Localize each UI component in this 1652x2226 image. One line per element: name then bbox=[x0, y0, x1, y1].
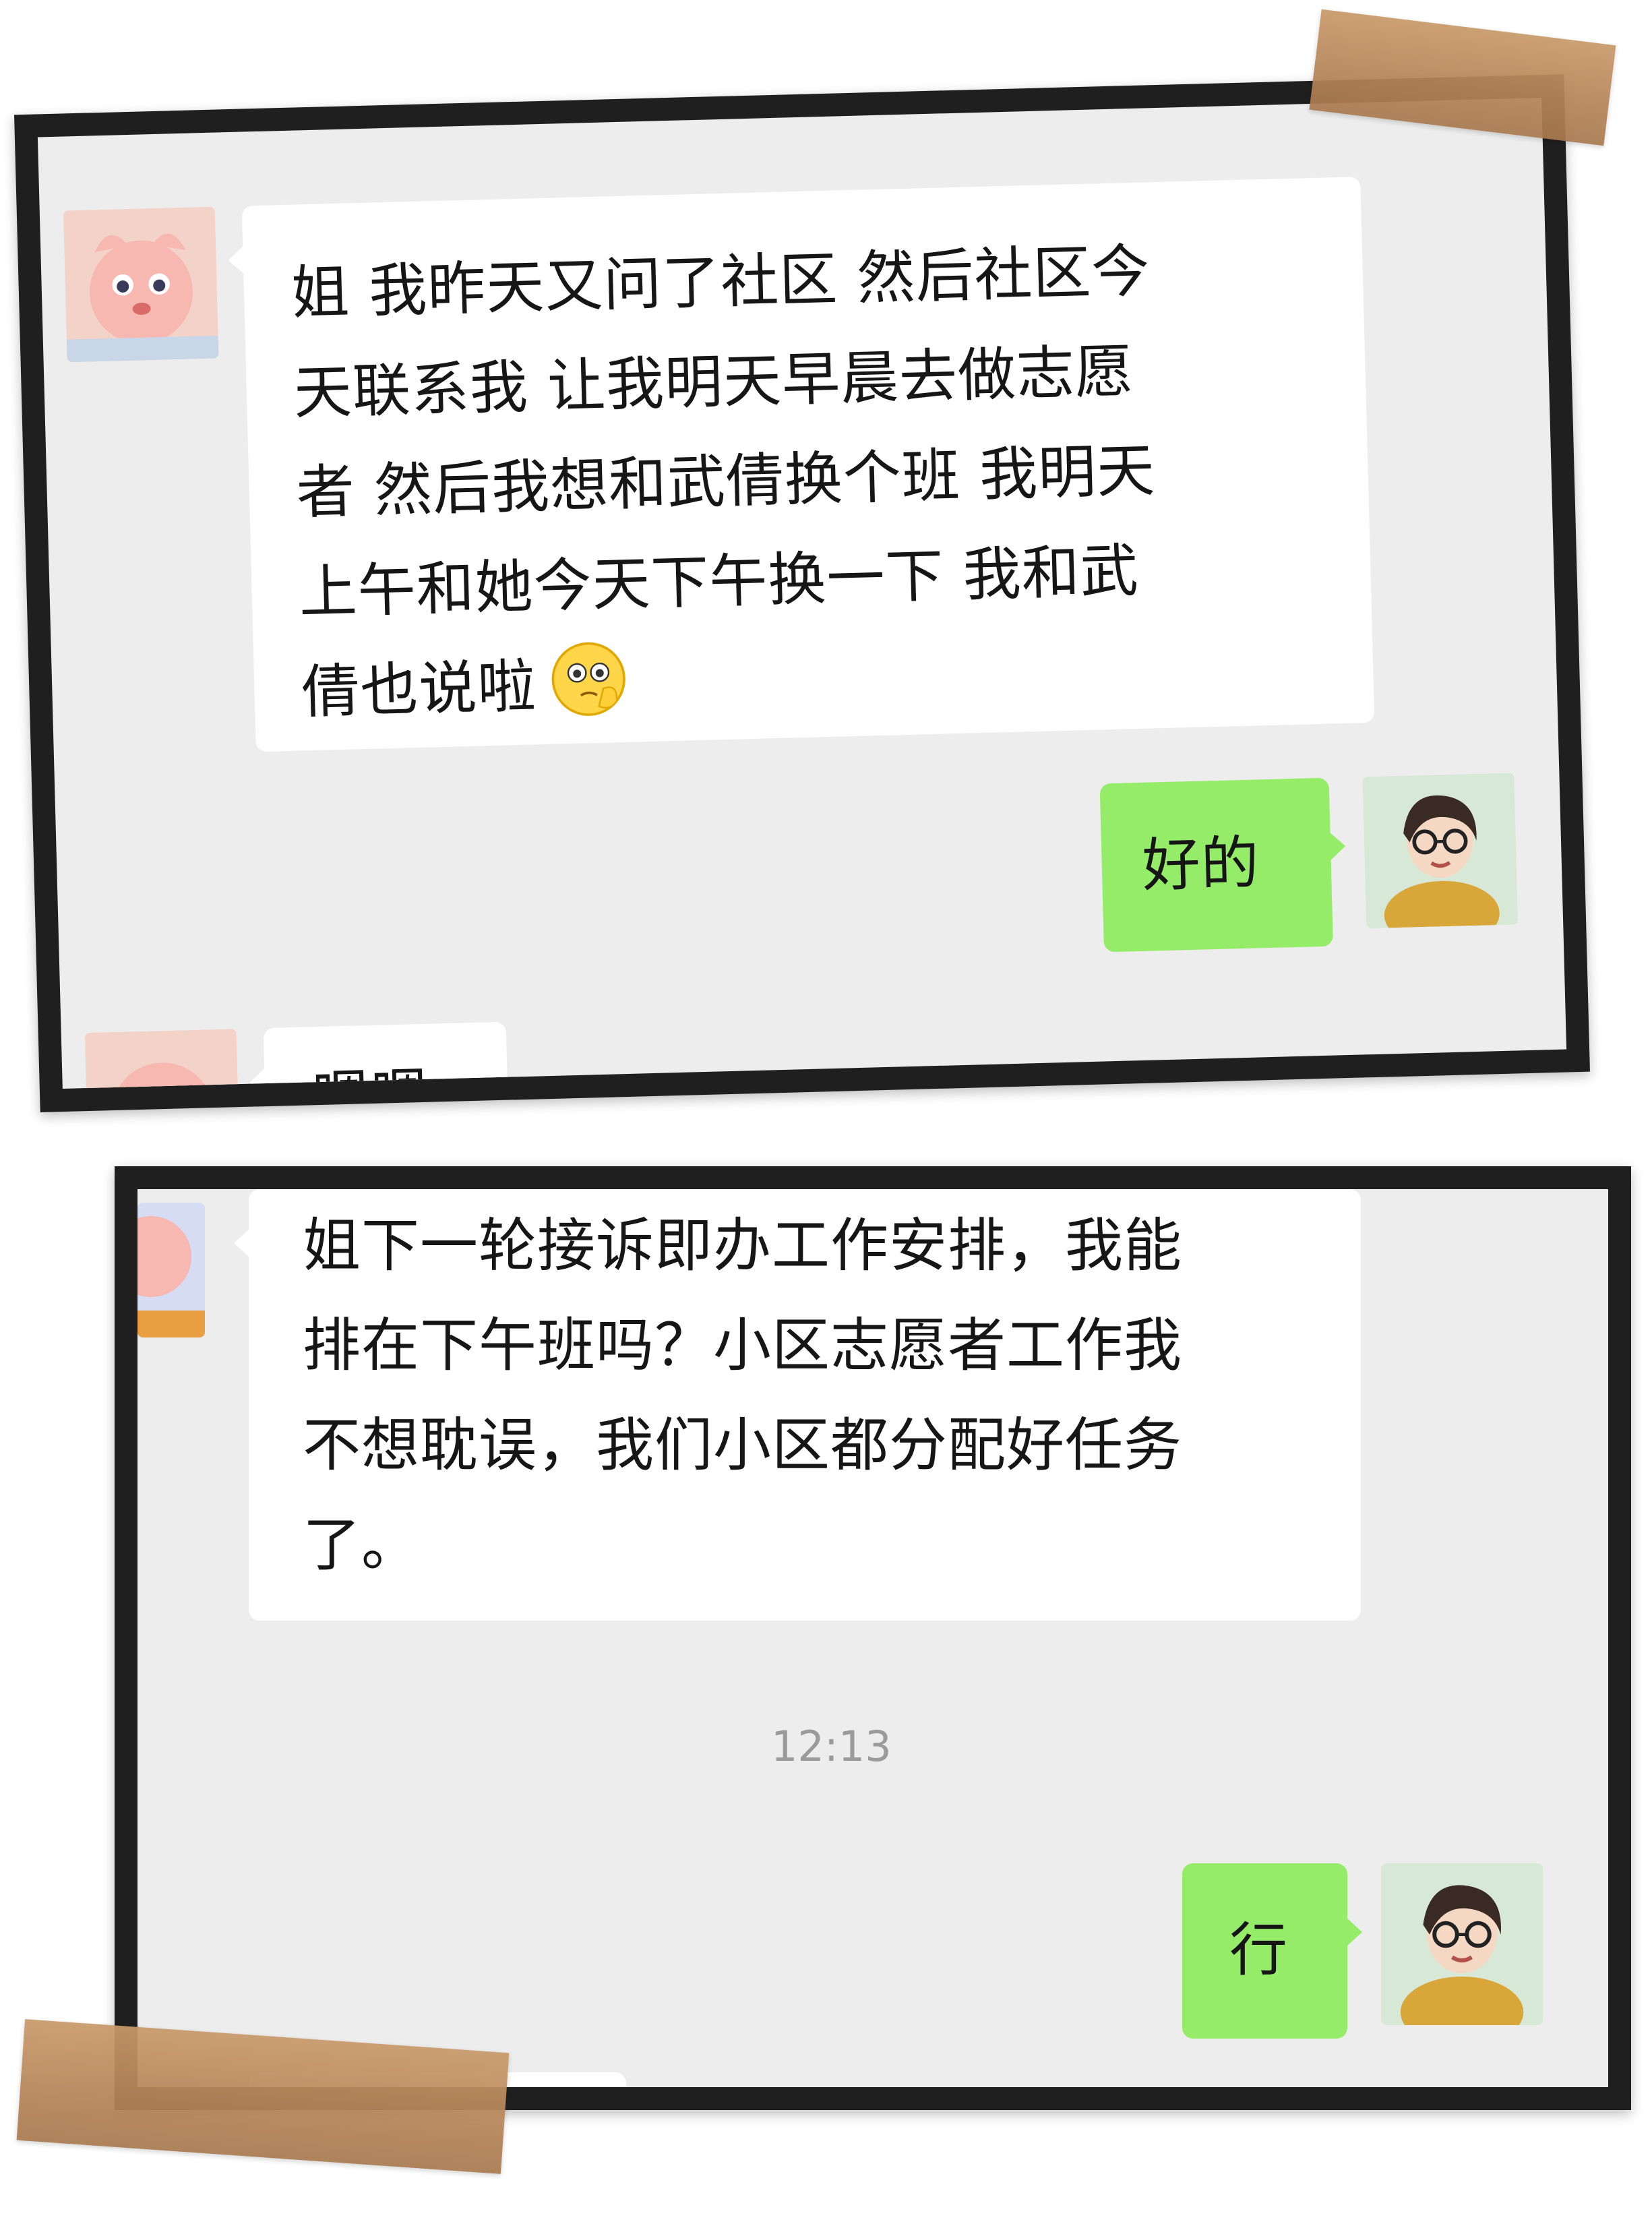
woman-with-glasses-avatar-icon bbox=[1381, 1863, 1543, 2025]
message-text: 好的 bbox=[1141, 829, 1261, 900]
message-text: 行 bbox=[1229, 1917, 1288, 1984]
contact-avatar[interactable] bbox=[137, 1203, 205, 1337]
message-timestamp: 12:13 bbox=[771, 1722, 892, 1771]
incoming-message-bubble[interactable]: 姐下一轮接诉即办工作安排，我能 排在下午班吗？小区志愿者工作我 不想耽误，我们小… bbox=[234, 1189, 1361, 1621]
cartoon-avatar-icon bbox=[137, 1203, 205, 1337]
thinking-emoji-icon bbox=[547, 638, 630, 721]
message-text: 嗯嗯 bbox=[311, 1062, 431, 1089]
message-text: 姐下一轮接诉即办工作安排，我能 排在下午班吗？小区志愿者工作我 不想耽误，我们小… bbox=[303, 1212, 1182, 1579]
my-avatar[interactable] bbox=[1381, 1863, 1543, 2025]
message-text: 姐 我昨天又问了社区 然后社区今 天联系我 让我明天早晨去做志愿 者 然后我想和… bbox=[290, 237, 1157, 727]
outgoing-message-bubble[interactable]: 行 bbox=[1182, 1863, 1362, 2039]
chat-screen-2: 姐下一轮接诉即办工作安排，我能 排在下午班吗？小区志愿者工作我 不想耽误，我们小… bbox=[137, 1189, 1608, 2087]
woman-with-glasses-avatar-icon bbox=[1362, 773, 1519, 929]
chat-screen-1: 姐 我昨天又问了社区 然后社区今 天联系我 让我明天早晨去做志愿 者 然后我想和… bbox=[37, 98, 1567, 1089]
incoming-message-bubble[interactable]: 嗯嗯 bbox=[263, 1021, 510, 1089]
cartoon-avatar-icon bbox=[84, 1029, 241, 1089]
cartoon-avatar-icon bbox=[63, 206, 219, 363]
contact-avatar[interactable] bbox=[84, 1029, 241, 1089]
outgoing-message-bubble[interactable]: 好的 bbox=[1099, 777, 1333, 953]
my-avatar[interactable] bbox=[1362, 773, 1519, 929]
screenshot-frame-2: 姐下一轮接诉即办工作安排，我能 排在下午班吗？小区志愿者工作我 不想耽误，我们小… bbox=[115, 1166, 1631, 2110]
incoming-message-bubble[interactable]: 姐 我昨天又问了社区 然后社区今 天联系我 让我明天早晨去做志愿 者 然后我想和… bbox=[241, 177, 1375, 752]
contact-avatar[interactable] bbox=[63, 206, 219, 363]
screenshot-frame-1: 姐 我昨天又问了社区 然后社区今 天联系我 让我明天早晨去做志愿 者 然后我想和… bbox=[14, 74, 1590, 1112]
